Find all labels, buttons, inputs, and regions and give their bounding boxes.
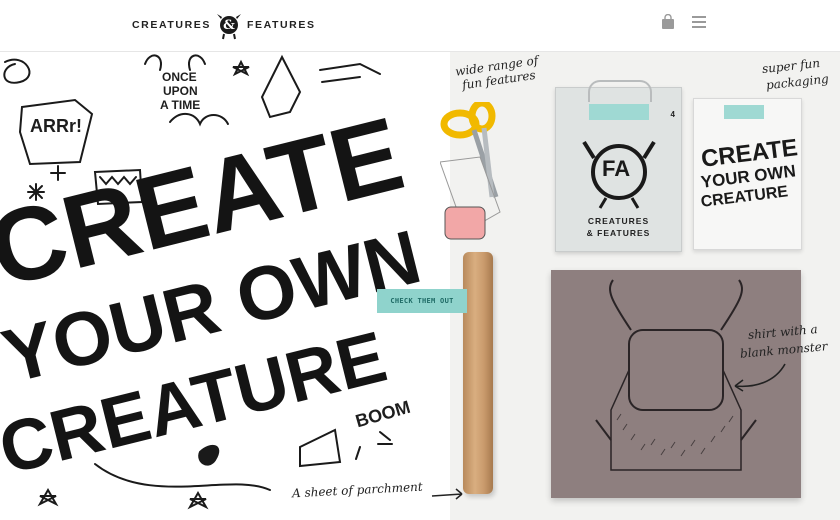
package-title-line2: & FEATURES: [586, 228, 651, 238]
hero-banner: ARRr! ONCE UPON A TIME CREATE YOUR OWN C…: [0, 52, 840, 520]
arrow-icon: [734, 363, 786, 392]
site-header: CREATURES & FEATURES: [0, 0, 840, 52]
hero-illustration: ARRr! ONCE UPON A TIME CREATE YOUR OWN C…: [0, 52, 450, 520]
check-them-out-button[interactable]: CHECK THEM OUT: [377, 289, 467, 313]
note-packaging-line2: packaging: [765, 71, 830, 93]
hamburger-menu-icon[interactable]: [692, 16, 706, 28]
package-title-line1: CREATURES: [587, 216, 650, 226]
doodle-once: ONCE: [162, 70, 197, 84]
svg-text:&: &: [223, 18, 235, 33]
product-package: 4 FA CREATURES & FEATURES: [555, 80, 682, 252]
shopping-bag-icon[interactable]: [661, 13, 675, 30]
doodle-arrr: ARRr!: [30, 116, 82, 136]
arrow-icon-parchment: [431, 488, 463, 500]
doodle-atime: A TIME: [160, 98, 201, 112]
ampersand-creature-icon: &: [215, 11, 243, 40]
package-badge: 4: [670, 110, 675, 119]
logo-word-right: FEATURES: [246, 19, 316, 31]
product-poster: CREATE YOUR OWN CREATURE: [693, 98, 802, 250]
package-fa-illustration: FA: [580, 132, 658, 210]
scissors-icon: [440, 102, 501, 240]
logo-word-left: CREATURES: [132, 19, 211, 31]
parchment-roll: [463, 252, 493, 494]
doodle-upon: UPON: [163, 84, 198, 98]
brand-logo[interactable]: CREATURES & FEATURES: [132, 10, 316, 40]
